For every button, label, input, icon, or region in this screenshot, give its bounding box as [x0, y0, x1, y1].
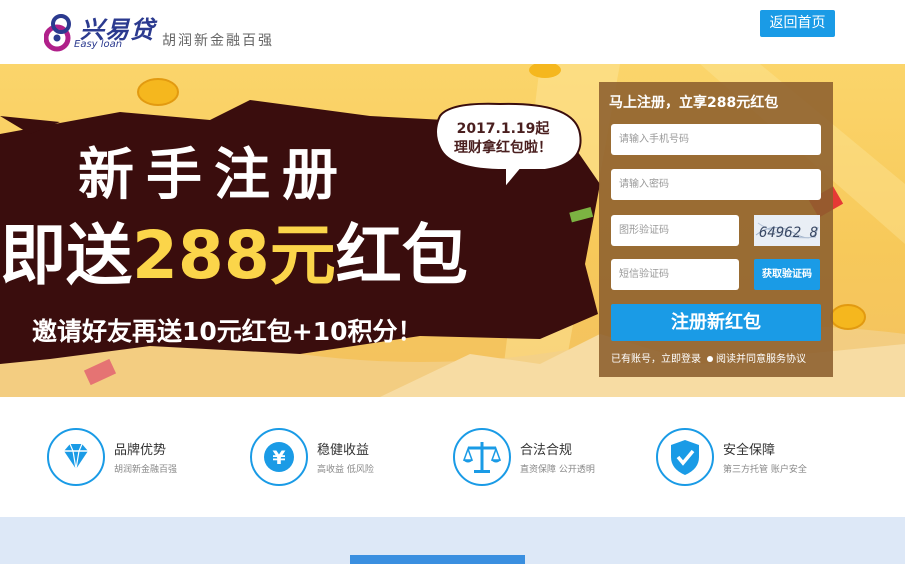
svg-text:¥: ¥ [272, 447, 285, 469]
feature-brand: 品牌优势 胡润新金融百强 [46, 427, 246, 489]
headline-register: 新手注册 [78, 143, 350, 208]
feature-compliance: 合法合规 直资保障 公开透明 [452, 427, 652, 489]
register-submit-button[interactable]: 注册新红包 [611, 304, 821, 341]
scale-icon [453, 428, 511, 486]
headline-amount: 288元 [132, 217, 336, 294]
feature-subtitle: 直资保障 公开透明 [520, 465, 595, 475]
headline-invite: 邀请好友再送10元红包+10积分！ [32, 317, 423, 346]
feature-subtitle: 高收益 低风险 [317, 465, 374, 475]
feature-returns: ¥ 稳健收益 高收益 低风险 [249, 427, 449, 489]
headline-bonus: 即送288元红包 [0, 220, 468, 292]
register-title: 马上注册，立享288元红包 [609, 95, 779, 111]
agree-radio-icon[interactable] [707, 355, 713, 362]
feature-subtitle: 第三方托管 账户安全 [723, 465, 807, 475]
speech-line2: 理财拿红包啦！ [454, 140, 552, 156]
logo-subtitle: Easy loan [74, 39, 123, 50]
captcha-image[interactable]: 64962 8 [754, 215, 820, 246]
feature-title: 合法合规 [520, 443, 573, 458]
feature-title: 稳健收益 [317, 443, 370, 458]
headline-prefix: 即送 [0, 217, 132, 294]
features-row: 品牌优势 胡润新金融百强 ¥ 稳健收益 高收益 低风险 合法合规 直资保障 公开… [0, 397, 905, 517]
sms-code-input[interactable]: 短信验证码 [611, 259, 739, 290]
feature-security: 安全保障 第三方托管 账户安全 [655, 427, 855, 489]
get-sms-code-button[interactable]: 获取验证码 [754, 259, 820, 290]
speech-line1: 2017.1.19起 [456, 121, 550, 137]
promo-banner: 2017.1.19起 理财拿红包啦！ 新手注册 即送288元红包 邀请好友再送1… [0, 64, 905, 397]
logo-mark-icon [44, 14, 71, 52]
yen-icon: ¥ [250, 428, 308, 486]
captcha-code: 64962 8 [759, 225, 818, 241]
agreement-link[interactable]: 阅读并同意服务协议 [716, 354, 806, 365]
feature-subtitle: 胡润新金融百强 [114, 465, 178, 475]
phone-input[interactable]: 请输入手机号码 [611, 124, 821, 155]
password-input[interactable]: 请输入密码 [611, 169, 821, 200]
feature-title: 品牌优势 [114, 443, 167, 458]
page: 兴易贷 Easy loan 胡润新金融百强 返回首页 2017.1.19起 理财… [0, 0, 905, 564]
logo-slogan: 胡润新金融百强 [162, 33, 274, 49]
feature-title: 安全保障 [723, 443, 776, 458]
section-heading-tab [350, 555, 525, 564]
speech-bubble: 2017.1.19起 理财拿红包啦！ [444, 120, 562, 158]
next-section [0, 517, 905, 564]
diamond-icon [47, 428, 105, 486]
register-panel: 马上注册，立享288元红包 请输入手机号码 请输入密码 图形验证码 64962 … [599, 82, 833, 377]
register-footer: 已有账号，立即登录 阅读并同意服务协议 [611, 350, 827, 365]
login-link[interactable]: 已有账号，立即登录 [611, 354, 701, 365]
logo[interactable]: 兴易贷 Easy loan 胡润新金融百强 [44, 10, 294, 56]
shield-check-icon [656, 428, 714, 486]
header: 兴易贷 Easy loan 胡润新金融百强 返回首页 [0, 0, 905, 64]
captcha-noise-icon: 64962 8 [755, 222, 819, 241]
captcha-input[interactable]: 图形验证码 [611, 215, 739, 246]
home-button[interactable]: 返回首页 [760, 10, 835, 37]
headline-suffix: 红包 [335, 217, 468, 294]
